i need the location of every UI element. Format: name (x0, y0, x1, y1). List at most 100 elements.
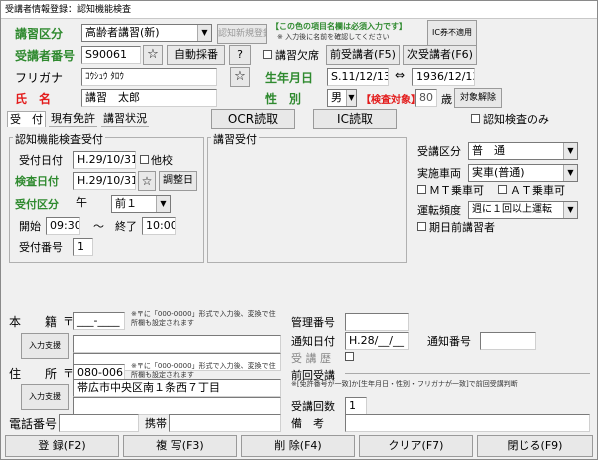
accept-date-label: 受付日付 (19, 154, 63, 167)
accept-date-input[interactable]: H.29/10/31 (73, 151, 136, 169)
jusho-label: 住 所 (9, 367, 58, 381)
window-title: 受講者情報登録：認知機能検査 (1, 1, 597, 19)
chevron-down-icon: ▼ (197, 25, 211, 41)
ic-card-button[interactable]: IC券不適用 (427, 20, 477, 46)
history-checkbox[interactable] (345, 352, 354, 361)
time-slot-select[interactable]: 前１ ▼ (111, 195, 171, 213)
at-checkbox[interactable] (498, 185, 507, 194)
accept-no-label: 受付番号 (19, 241, 63, 254)
vehicle-select[interactable]: 実車(普通) ▼ (468, 164, 578, 182)
at-label: ＡＴ乗車可 (510, 184, 565, 197)
notice-no-label: 通知番号 (427, 335, 471, 348)
honseki-input-support-button[interactable]: 入力支援 (21, 333, 69, 359)
ocr-read-button[interactable]: OCR読取 (211, 109, 295, 129)
mgmt-no-label: 管理番号 (291, 316, 335, 329)
tab-course-status[interactable]: 講習状況 (101, 111, 149, 127)
end-time-input[interactable]: 10:00 (142, 217, 176, 235)
mobile-input[interactable] (169, 414, 281, 432)
required-note: 【この色の項目名欄は必須入力です】 (271, 22, 407, 31)
other-school-label: 他校 (151, 154, 173, 167)
delete-button[interactable]: 削 除(F4) (241, 435, 355, 457)
jusho-address-input[interactable]: 帯広市中央区南１条西７丁目 (73, 379, 281, 397)
exempt-button[interactable]: 対象解除 (454, 88, 502, 108)
phone-label: 電話番号 (9, 417, 58, 431)
honseki-label: 本 籍 (9, 315, 58, 329)
prev-course-divider (345, 373, 590, 374)
birth-seireki-input[interactable]: 1936/12/13 (412, 68, 475, 86)
chevron-down-icon: ▼ (563, 143, 577, 159)
birth-wareki-input[interactable]: S.11/12/13 (327, 68, 389, 86)
notice-no-input[interactable] (480, 332, 536, 350)
lecture-group (207, 137, 407, 263)
chevron-down-icon: ▼ (563, 202, 577, 218)
name-label: 氏 名 (15, 92, 52, 106)
ic-read-button[interactable]: IC読取 (313, 109, 397, 129)
cognitive-group-title: 認知機能検査受付 (13, 131, 105, 147)
jusho-address-input-2[interactable] (73, 397, 281, 415)
required-sub-note: ※ 入力後に名前を確認してください (277, 33, 390, 41)
student-no-label: 受講者番号 (15, 49, 76, 63)
early-checkbox[interactable] (417, 222, 426, 231)
vehicle-label: 実施車両 (417, 167, 461, 180)
next-student-button[interactable]: 次受講者(F6) (403, 45, 477, 65)
absent-label: 講習欠席 (275, 49, 319, 62)
student-no-input[interactable]: S90061 (81, 46, 141, 64)
gender-select[interactable]: 男 ▼ (327, 89, 357, 107)
honseki-zip-input[interactable]: ___-____ (73, 312, 125, 330)
register-button[interactable]: 登 録(F2) (5, 435, 119, 457)
student-search-star-button[interactable]: ☆ (143, 45, 163, 65)
jusho-zip-hint: ※〒に「000-0000」形式で入力後、変換で住所欄も設定されます (131, 362, 276, 379)
tab-reception[interactable]: 受 付 (7, 111, 46, 127)
chevron-down-icon: ▼ (563, 165, 577, 181)
other-school-checkbox[interactable] (140, 155, 149, 164)
end-label: 終了 (115, 220, 137, 233)
course-div-select[interactable]: 普 通 ▼ (468, 142, 578, 160)
name-input[interactable]: 講習 太郎 (81, 89, 217, 107)
remarks-input[interactable] (345, 414, 590, 432)
mt-label: ＭＴ乗車可 (429, 184, 484, 197)
ampm-label: 午 (76, 196, 87, 209)
lecture-group-title: 講習受付 (211, 131, 259, 147)
accept-no-input[interactable]: 1 (73, 238, 93, 256)
tab-current-license[interactable]: 現有免許 (49, 111, 97, 127)
accept-div-label: 受付区分 (15, 198, 59, 211)
chevron-down-icon: ▼ (156, 196, 170, 212)
furigana-star-button[interactable]: ☆ (230, 67, 250, 87)
start-label: 開始 (19, 220, 41, 233)
mgmt-no-input[interactable] (345, 313, 409, 331)
start-time-input[interactable]: 09:30 (46, 217, 80, 235)
exam-date-input[interactable]: H.29/10/31 (73, 172, 136, 190)
auto-number-button[interactable]: 自動採番 (167, 45, 225, 65)
copy-button[interactable]: 複 写(F3) (123, 435, 237, 457)
main-window: 受講者情報登録：認知機能検査 講習区分 高齢者講習(新) ▼ 認知新規登録 【この… (0, 0, 598, 460)
freq-select[interactable]: 週に１回以上運転 ▼ (468, 201, 578, 219)
furigana-label: フリガナ (15, 71, 64, 85)
honseki-address-input[interactable] (73, 335, 281, 353)
notice-date-label: 通知日付 (291, 335, 335, 348)
help-button[interactable]: ? (229, 45, 251, 65)
tilde: ～ (93, 220, 104, 233)
adjust-day-button[interactable]: 調整日 (159, 171, 197, 191)
cognitive-new-button[interactable]: 認知新規登録 (217, 24, 267, 44)
course-type-label: 講習区分 (15, 27, 64, 41)
notice-date-input[interactable]: H.28/__/__ (345, 332, 409, 350)
clear-button[interactable]: クリア(F7) (359, 435, 473, 457)
jusho-input-support-button[interactable]: 入力支援 (21, 384, 69, 410)
furigana-input[interactable]: ｺｳｼｭｳ ﾀﾛｳ (81, 68, 217, 86)
cognitive-only-label: 認知検査のみ (483, 113, 549, 126)
mobile-label: 携帯 (145, 417, 167, 430)
count-label: 受講回数 (291, 400, 335, 413)
course-type-select[interactable]: 高齢者講習(新) ▼ (81, 24, 212, 42)
phone-input[interactable] (59, 414, 139, 432)
cognitive-only-checkbox[interactable] (471, 114, 480, 123)
count-input[interactable]: 1 (345, 397, 367, 415)
age-value: 80 (415, 89, 437, 107)
exam-date-star-button[interactable]: ☆ (138, 171, 156, 191)
chevron-down-icon: ▼ (346, 90, 356, 106)
mt-checkbox[interactable] (417, 185, 426, 194)
early-label: 期日前講習者 (429, 221, 495, 234)
absent-checkbox[interactable] (263, 50, 272, 59)
close-button[interactable]: 閉じる(F9) (477, 435, 593, 457)
freq-label: 運転頻度 (417, 204, 461, 217)
prev-student-button[interactable]: 前受講者(F5) (326, 45, 400, 65)
